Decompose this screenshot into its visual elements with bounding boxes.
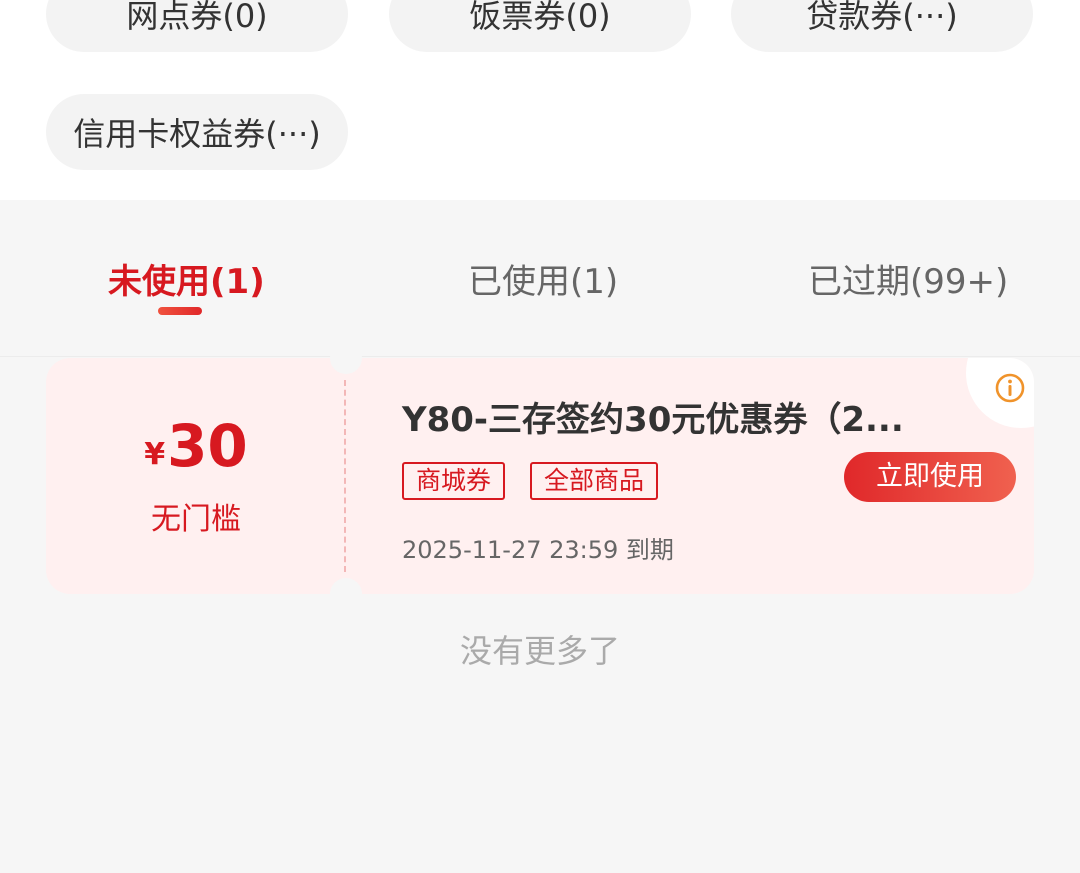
use-now-button[interactable]: 立即使用 — [844, 452, 1016, 502]
info-circle-icon[interactable] — [994, 372, 1026, 404]
coupon-status-tabs: 未使用(1) 已使用(1) 已过期(99+) — [0, 200, 1080, 357]
coupon-tag-all-products: 全部商品 — [530, 462, 659, 500]
coupon-expire-date: 2025-11-27 23:59 到期 — [402, 536, 674, 564]
coupon-card: ¥30 无门槛 Y80-三存签约30元优惠券（2... 商城券 全部商品 202… — [46, 342, 1034, 610]
coupon-notch-top — [330, 342, 362, 374]
no-more-hint: 没有更多了 — [459, 632, 620, 670]
coupon-threshold: 无门槛 — [151, 502, 241, 537]
currency-symbol: ¥ — [144, 437, 166, 472]
tab-unused[interactable]: 未使用(1) — [108, 254, 265, 303]
coupon-amount: ¥30 — [46, 412, 346, 480]
category-chip-loan[interactable]: 贷款券(···) — [731, 0, 1033, 52]
coupon-value-section: ¥30 无门槛 — [46, 358, 346, 594]
coupon-tag-mall: 商城券 — [402, 462, 506, 500]
coupon-detail-section: Y80-三存签约30元优惠券（2... 商城券 全部商品 2025-11-27 … — [346, 358, 1034, 594]
active-tab-indicator — [158, 307, 202, 315]
category-chip-credit-card[interactable]: 信用卡权益券(···) — [46, 94, 348, 170]
coupon-dashed-divider — [344, 380, 346, 572]
coupon-notch-bottom — [330, 578, 362, 610]
tab-expired[interactable]: 已过期(99+) — [808, 254, 1008, 303]
category-chip-outlet[interactable]: 网点券(0) — [46, 0, 348, 52]
coupon-category-panel: 网点券(0) 饭票券(0) 贷款券(···) 信用卡权益券(···) — [0, 0, 1080, 200]
tab-used[interactable]: 已使用(1) — [468, 254, 618, 303]
coupon-title: Y80-三存签约30元优惠券（2... — [402, 400, 904, 440]
coupon-amount-value: 30 — [167, 412, 248, 480]
category-chip-meal[interactable]: 饭票券(0) — [389, 0, 691, 52]
